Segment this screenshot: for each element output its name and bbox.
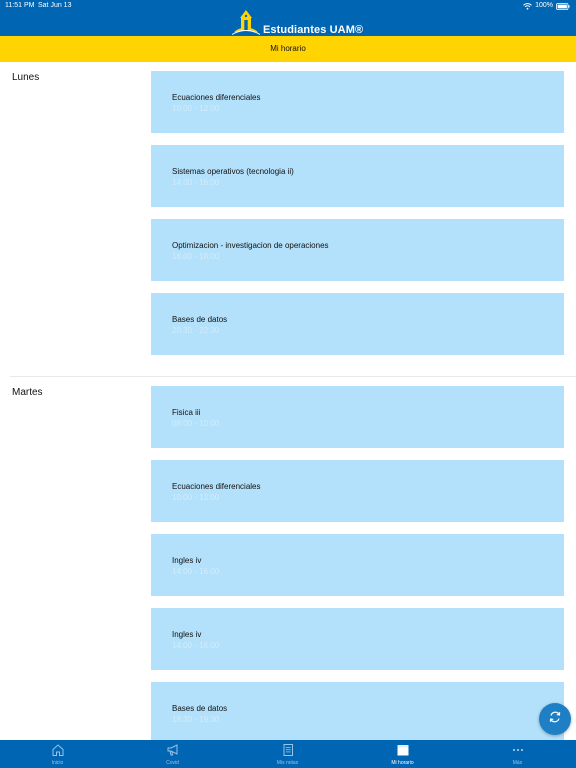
more-icon: [511, 743, 525, 757]
class-name: Sistemas operativos (tecnologia ii): [172, 167, 294, 176]
notes-icon: [281, 743, 295, 757]
app-screen: 11:51 PM Sat Jun 13 100% Estudiantes UAM…: [0, 0, 576, 768]
brand-name: Estudiantes UAM®: [263, 24, 364, 36]
day-label: Lunes: [12, 72, 40, 83]
tab-label: Más: [512, 760, 523, 766]
class-name: Ecuaciones diferenciales: [172, 482, 261, 491]
class-card[interactable]: Ecuaciones diferenciales 10:00 - 12:00: [151, 71, 564, 133]
class-card[interactable]: Sistemas operativos (tecnologia ii) 14:00…: [151, 145, 564, 207]
class-card[interactable]: Bases de datos 20:30 - 22:30: [151, 293, 564, 355]
refresh-icon: [548, 710, 562, 729]
class-card[interactable]: Optimizacion - investigacion de operacio…: [151, 219, 564, 281]
tab-mas[interactable]: Más: [460, 740, 575, 768]
class-card[interactable]: Ingles iv 14:00 - 16:00: [151, 534, 564, 596]
tab-mis-notas[interactable]: Mis notas: [230, 740, 345, 768]
class-name: Ingles iv: [172, 630, 202, 639]
status-date: Sat Jun 13: [38, 2, 72, 9]
class-time: 16:00 - 18:00: [172, 252, 220, 261]
wifi-icon: [523, 2, 532, 10]
class-time: 14:00 - 16:00: [172, 567, 220, 576]
day-label: Martes: [12, 387, 43, 398]
tab-covid[interactable]: Covid: [115, 740, 230, 768]
calendar-icon: [396, 743, 410, 757]
status-indicators: 100%: [523, 0, 570, 12]
tab-label: Covid: [166, 760, 179, 766]
app-header: 11:51 PM Sat Jun 13 100% Estudiantes UAM…: [0, 0, 576, 36]
tab-label: Mis notas: [276, 760, 299, 766]
class-name: Fisica iii: [172, 408, 201, 417]
page-title: Mi horario: [0, 36, 576, 62]
section-divider: [10, 376, 576, 377]
megaphone-icon: [166, 743, 180, 757]
schedule-list[interactable]: Lunes Ecuaciones diferenciales 10:00 - 12:…: [0, 62, 576, 740]
brand: Estudiantes UAM®: [230, 8, 363, 36]
refresh-button[interactable]: [539, 703, 571, 735]
class-name: Ingles iv: [172, 556, 202, 565]
tab-inicio[interactable]: Inicio: [0, 740, 115, 768]
home-icon: [51, 743, 65, 757]
tab-bar: Inicio Covid Mis notas Mi horario Más: [0, 740, 576, 768]
status-time: 11:51 PM: [5, 2, 35, 9]
class-time: 18:30 - 19:30: [172, 715, 220, 724]
class-card[interactable]: Bases de datos 18:30 - 19:30: [151, 682, 564, 740]
class-card[interactable]: Ingles iv 14:00 - 16:00: [151, 608, 564, 670]
class-name: Bases de datos: [172, 704, 228, 713]
class-name: Ecuaciones diferenciales: [172, 93, 261, 102]
class-time: 08:00 - 10:00: [172, 419, 220, 428]
battery-icon: [556, 2, 570, 10]
class-time: 10:00 - 12:00: [172, 493, 220, 502]
class-time: 20:30 - 22:30: [172, 326, 220, 335]
class-card[interactable]: Fisica iii 08:00 - 10:00: [151, 386, 564, 448]
class-time: 14:00 - 16:00: [172, 178, 220, 187]
class-time: 10:00 - 12:00: [172, 104, 220, 113]
class-name: Optimizacion - investigacion de operacio…: [172, 241, 329, 250]
class-name: Bases de datos: [172, 315, 228, 324]
tab-label: Inicio: [51, 760, 64, 766]
battery-percent: 100%: [535, 2, 553, 9]
tab-mi-horario[interactable]: Mi horario: [345, 740, 460, 768]
class-card[interactable]: Ecuaciones diferenciales 10:00 - 12:00: [151, 460, 564, 522]
tab-label: Mi horario: [391, 760, 414, 766]
logo-icon: [230, 8, 262, 36]
class-time: 14:00 - 16:00: [172, 641, 220, 650]
